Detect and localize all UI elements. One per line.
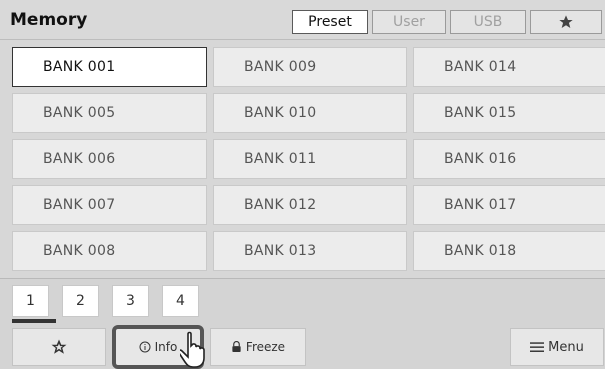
- tab-user[interactable]: User: [372, 10, 446, 34]
- bank-cell[interactable]: BANK 010: [213, 93, 407, 133]
- bank-label: BANK 016: [444, 151, 517, 167]
- page-button-3[interactable]: 3: [112, 285, 149, 317]
- bank-label: BANK 018: [444, 243, 517, 259]
- menu-button[interactable]: Menu: [510, 328, 604, 366]
- bank-label: BANK 007: [43, 197, 116, 213]
- bank-label: BANK 014: [444, 59, 517, 75]
- freeze-button[interactable]: Freeze: [210, 328, 306, 366]
- bank-label: BANK 008: [43, 243, 116, 259]
- bottom-bar: 1 2 3 4 Info Freeze Menu: [0, 278, 605, 369]
- bank-cell[interactable]: BANK 012: [213, 185, 407, 225]
- bank-grid: BANK 001 BANK 009 BANK 014 BANK 005 BANK…: [0, 40, 605, 278]
- favorite-button[interactable]: [12, 328, 106, 366]
- bank-cell[interactable]: BANK 016: [413, 139, 605, 179]
- bank-cell[interactable]: BANK 013: [213, 231, 407, 271]
- page-button-2[interactable]: 2: [62, 285, 99, 317]
- bank-cell[interactable]: BANK 011: [213, 139, 407, 179]
- info-label: Info: [154, 340, 178, 354]
- page-button-1[interactable]: 1: [12, 285, 49, 317]
- bank-label: BANK 013: [244, 243, 317, 259]
- bank-cell[interactable]: BANK 008: [12, 231, 207, 271]
- tab-favorites[interactable]: [530, 10, 602, 34]
- bank-label: BANK 015: [444, 105, 517, 121]
- bank-label: BANK 017: [444, 197, 517, 213]
- page-title: Memory: [10, 10, 88, 30]
- bank-label: BANK 001: [43, 59, 116, 75]
- bank-cell[interactable]: BANK 015: [413, 93, 605, 133]
- bank-cell[interactable]: BANK 017: [413, 185, 605, 225]
- current-page-indicator: [12, 319, 56, 323]
- hamburger-icon: [530, 342, 545, 352]
- freeze-label: Freeze: [245, 340, 286, 354]
- bank-label: BANK 009: [244, 59, 317, 75]
- bank-cell[interactable]: BANK 007: [12, 185, 207, 225]
- info-icon: [139, 341, 151, 353]
- memory-screen: Memory Preset User USB BANK 001 BANK 009…: [0, 0, 605, 369]
- bank-label: BANK 010: [244, 105, 317, 121]
- bank-cell[interactable]: BANK 006: [12, 139, 207, 179]
- star-outline-icon: [51, 339, 67, 354]
- tab-preset[interactable]: Preset: [292, 10, 368, 34]
- bank-label: BANK 011: [244, 151, 317, 167]
- bank-cell[interactable]: BANK 005: [12, 93, 207, 133]
- bank-label: BANK 006: [43, 151, 116, 167]
- lock-icon: [232, 341, 241, 353]
- bank-cell[interactable]: BANK 001: [12, 47, 207, 87]
- menu-label: Menu: [548, 339, 584, 355]
- bank-cell[interactable]: BANK 018: [413, 231, 605, 271]
- header-bar: Memory Preset User USB: [0, 0, 605, 40]
- bank-label: BANK 005: [43, 105, 116, 121]
- star-icon: [559, 15, 573, 28]
- bank-label: BANK 012: [244, 197, 317, 213]
- bank-cell[interactable]: BANK 014: [413, 47, 605, 87]
- tab-usb[interactable]: USB: [450, 10, 526, 34]
- bank-cell[interactable]: BANK 009: [213, 47, 407, 87]
- page-button-4[interactable]: 4: [162, 285, 199, 317]
- hand-pointer-icon: [180, 331, 205, 368]
